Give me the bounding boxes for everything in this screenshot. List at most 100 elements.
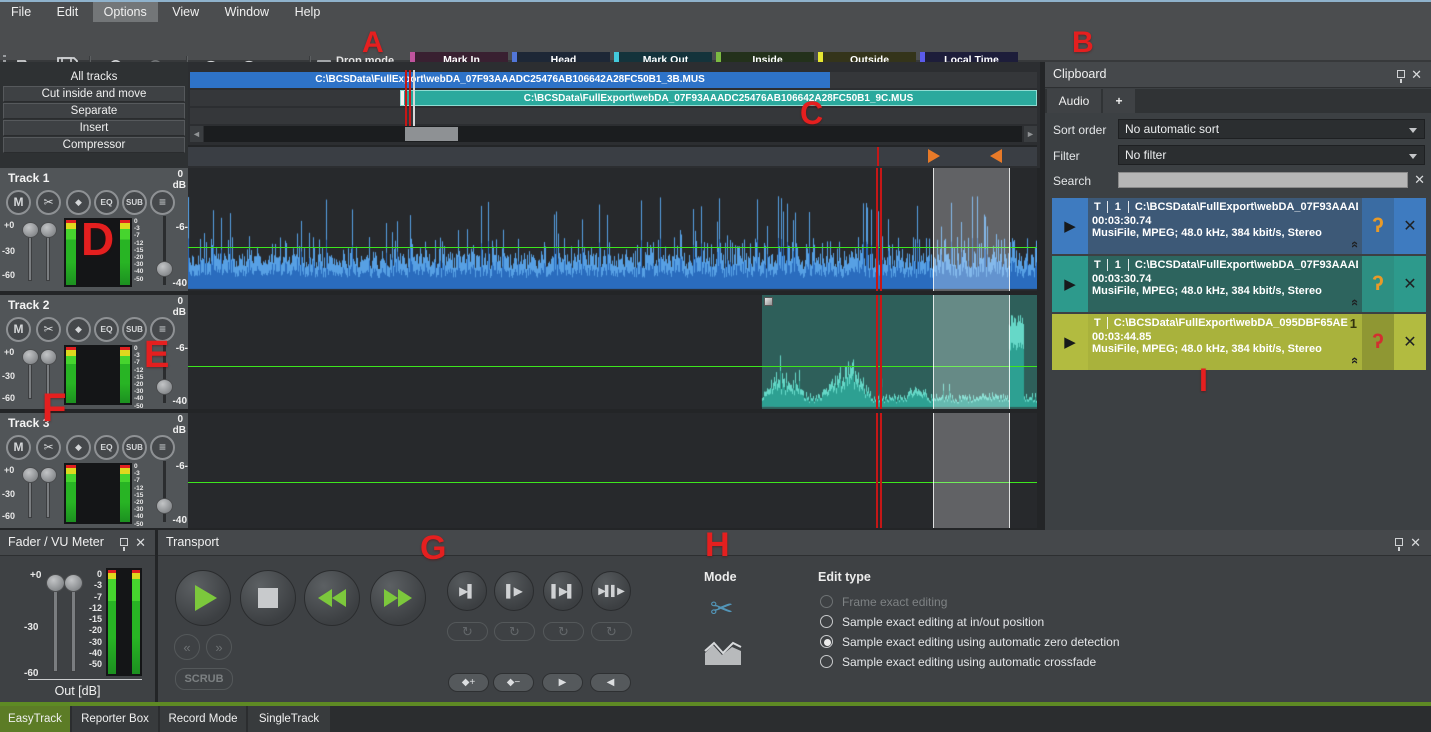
overview-scroll-left-icon[interactable]: ◄ xyxy=(190,126,203,142)
radio-icon[interactable] xyxy=(820,595,833,608)
loop-button[interactable]: ↻ xyxy=(591,622,632,641)
play-icon[interactable]: ▶ xyxy=(1052,314,1088,370)
envelope-mode-icon[interactable] xyxy=(704,638,742,671)
gain-slider-right[interactable] xyxy=(46,469,50,518)
mute-button[interactable]: M xyxy=(6,435,31,460)
add-tab-button[interactable]: + xyxy=(1103,89,1135,113)
remove-item-icon[interactable]: ✕ xyxy=(1394,198,1426,254)
slider-knob[interactable] xyxy=(40,349,57,365)
add-marker-button[interactable]: ◆+ xyxy=(448,673,489,692)
timeline-ruler[interactable] xyxy=(188,145,1037,166)
tab-easytrack[interactable]: EasyTrack xyxy=(0,706,70,732)
track-fader-knob[interactable] xyxy=(156,261,173,277)
play-selection-button[interactable]: ▌▶▌ xyxy=(543,571,583,611)
gain-slider-left[interactable] xyxy=(28,469,32,518)
eq-button[interactable]: EQ xyxy=(94,435,119,460)
menu-help[interactable]: Help xyxy=(284,2,332,22)
button-all-tracks[interactable]: All tracks xyxy=(3,69,185,85)
prev-marker-button[interactable]: ◀ xyxy=(590,673,631,692)
mark-out-marker-icon[interactable] xyxy=(990,149,1002,163)
play-from-mark-button[interactable]: ▌▶ xyxy=(494,571,534,611)
pin-icon[interactable] xyxy=(120,538,128,546)
button-insert[interactable]: Insert xyxy=(3,120,185,136)
gain-slider-right[interactable] xyxy=(46,224,50,281)
fast-forward-button[interactable] xyxy=(370,570,426,626)
cut-button[interactable]: ✂ xyxy=(36,317,61,342)
sort-order-dropdown[interactable]: No automatic sort xyxy=(1118,119,1425,139)
menu-file[interactable]: File xyxy=(0,2,42,22)
overview-clip-track1[interactable]: C:\BCSData\FullExport\webDA_07F93AAADC25… xyxy=(190,72,830,88)
track-menu-button[interactable]: ≡ xyxy=(150,190,175,215)
play-icon[interactable]: ▶ xyxy=(1052,256,1088,312)
cut-button[interactable]: ✂ xyxy=(36,435,61,460)
play-to-mark-button[interactable]: ▶▌ xyxy=(447,571,487,611)
cut-button[interactable]: ✂ xyxy=(36,190,61,215)
prelisten-ear-icon[interactable]: ʔ xyxy=(1362,314,1394,370)
remove-item-icon[interactable]: ✕ xyxy=(1394,314,1426,370)
pin-icon[interactable] xyxy=(1395,538,1403,546)
stop-button[interactable] xyxy=(240,570,296,626)
button-compressor[interactable]: Compressor xyxy=(3,137,185,153)
collapse-icon[interactable]: « xyxy=(1348,299,1362,306)
close-icon[interactable]: ✕ xyxy=(1410,535,1421,551)
tab-reporter-box[interactable]: Reporter Box xyxy=(72,706,158,732)
mute-button[interactable]: M xyxy=(6,190,31,215)
play-around-cut-button[interactable]: ▶▌▌▶ xyxy=(591,571,631,611)
play-icon[interactable]: ▶ xyxy=(1052,198,1088,254)
tab-singletrack[interactable]: SingleTrack xyxy=(248,706,330,732)
clipboard-item[interactable]: ▶ T1C:\BCSData\FullExport\webDA_07F93AAA… xyxy=(1052,256,1426,312)
slider-knob[interactable] xyxy=(22,222,39,238)
gain-slider-left[interactable] xyxy=(28,351,32,399)
clipboard-item[interactable]: ▶ TC:\BCSData\FullExport\webDA_095DBF65A… xyxy=(1052,314,1426,370)
close-icon[interactable]: ✕ xyxy=(1411,67,1422,83)
slider-knob[interactable] xyxy=(40,467,57,483)
scrub-button[interactable]: SCRUB xyxy=(175,668,233,690)
track-fader-knob[interactable] xyxy=(156,498,173,514)
eq-button[interactable]: EQ xyxy=(94,190,119,215)
overview-scroll-right-icon[interactable]: ► xyxy=(1024,126,1037,142)
overview-scrollbar[interactable] xyxy=(204,126,1022,142)
selection-region[interactable] xyxy=(933,413,1010,528)
collapse-icon[interactable]: « xyxy=(1348,357,1362,364)
sub-button[interactable]: SUB xyxy=(122,435,147,460)
mark-in-marker-icon[interactable] xyxy=(928,149,940,163)
track-menu-button[interactable]: ≡ xyxy=(150,435,175,460)
overview-clip-track2[interactable]: C:\BCSData\FullExport\webDA_07F93AAADC25… xyxy=(400,90,1037,106)
marker-button[interactable]: ◆ xyxy=(66,317,91,342)
out-fader-left[interactable] xyxy=(53,578,58,672)
radio-icon[interactable] xyxy=(820,615,833,628)
play-button[interactable] xyxy=(175,570,231,626)
mute-button[interactable]: M xyxy=(6,317,31,342)
collapse-icon[interactable]: « xyxy=(1348,241,1362,248)
track2-waveform-area[interactable] xyxy=(188,295,1037,409)
loop-button[interactable]: ↻ xyxy=(494,622,535,641)
remove-item-icon[interactable]: ✕ xyxy=(1394,256,1426,312)
remove-marker-button[interactable]: ◆− xyxy=(493,673,534,692)
track1-waveform-area[interactable] xyxy=(188,168,1037,291)
pin-icon[interactable] xyxy=(1397,70,1405,78)
track-fader-knob[interactable] xyxy=(156,379,173,395)
slider-knob[interactable] xyxy=(22,349,39,365)
cut-mode-icon[interactable]: ✂ xyxy=(710,592,733,625)
overview-scrollbar-thumb[interactable] xyxy=(405,127,458,141)
marker-button[interactable]: ◆ xyxy=(66,190,91,215)
radio-icon[interactable] xyxy=(820,655,833,668)
menu-edit[interactable]: Edit xyxy=(46,2,90,22)
marker-button[interactable]: ◆ xyxy=(66,435,91,460)
search-clear-icon[interactable]: ✕ xyxy=(1414,172,1425,188)
close-icon[interactable]: ✕ xyxy=(135,535,146,551)
skip-forward-button[interactable]: » xyxy=(206,634,232,660)
gain-slider-left[interactable] xyxy=(28,224,32,281)
button-separate[interactable]: Separate xyxy=(3,103,185,119)
slider-knob[interactable] xyxy=(46,574,65,592)
menu-options[interactable]: Options xyxy=(93,2,158,22)
slider-knob[interactable] xyxy=(22,467,39,483)
clipboard-item[interactable]: ▶ T1C:\BCSData\FullExport\webDA_07F93AAA… xyxy=(1052,198,1426,254)
track3-waveform-area[interactable] xyxy=(188,413,1037,528)
slider-knob[interactable] xyxy=(64,574,83,592)
button-cut-inside-and-move[interactable]: Cut inside and move xyxy=(3,86,185,102)
menu-view[interactable]: View xyxy=(161,2,210,22)
next-marker-button[interactable]: ▶ xyxy=(542,673,583,692)
prelisten-ear-icon[interactable]: ʔ xyxy=(1362,198,1394,254)
tab-record-mode[interactable]: Record Mode xyxy=(160,706,246,732)
